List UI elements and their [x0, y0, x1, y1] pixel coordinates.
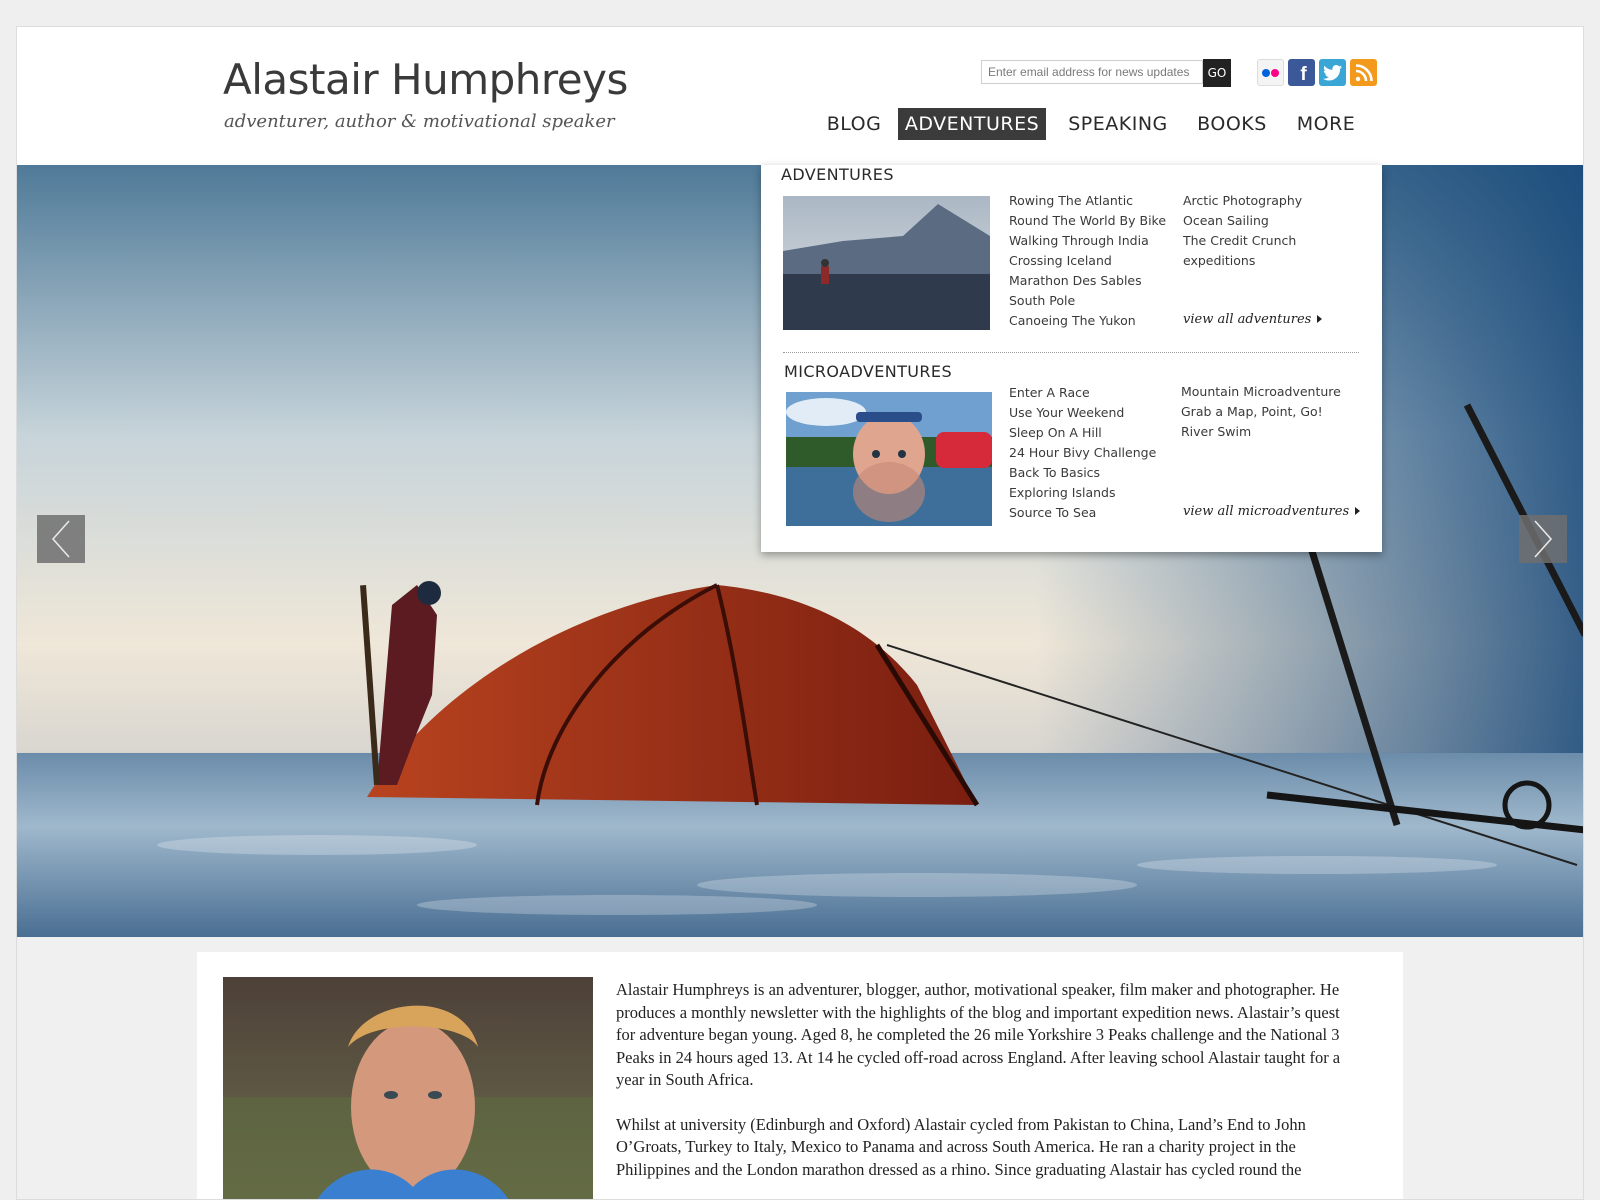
- next-slide-button[interactable]: [1519, 515, 1567, 563]
- page-frame: Alastair Humphreys adventurer, author & …: [16, 26, 1584, 1200]
- view-all-microadventures-link[interactable]: view all microadventures: [1183, 504, 1361, 519]
- bio-paragraph: Whilst at university (Edinburgh and Oxfo…: [616, 1114, 1306, 1179]
- nav-speaking[interactable]: SPEAKING: [1067, 108, 1169, 140]
- menu-item[interactable]: expeditions: [1183, 251, 1302, 271]
- bio-section: Alastair Humphreys is an adventurer, blo…: [197, 952, 1403, 1199]
- view-all-adventures-label: view all adventures: [1183, 312, 1312, 327]
- adventures-list-1: Rowing The Atlantic Round The World By B…: [1009, 191, 1166, 331]
- newsletter-form: GO: [981, 59, 1231, 87]
- menu-item[interactable]: Enter A Race: [1009, 383, 1156, 403]
- social-links: f: [1257, 59, 1377, 86]
- view-all-microadventures-label: view all microadventures: [1183, 504, 1350, 519]
- menu-item[interactable]: Source To Sea: [1009, 503, 1156, 523]
- go-button[interactable]: GO: [1203, 59, 1231, 87]
- flickr-icon[interactable]: [1257, 59, 1284, 86]
- menu-item[interactable]: 24 Hour Bivy Challenge: [1009, 443, 1156, 463]
- nav-more[interactable]: MORE: [1295, 108, 1357, 140]
- adventures-dropdown: ADVENTURES Rowing The Atlantic Round The…: [761, 165, 1382, 552]
- menu-item[interactable]: Back To Basics: [1009, 463, 1156, 483]
- menu-item[interactable]: Marathon Des Sables: [1009, 271, 1166, 291]
- microadventures-list-2: Mountain Microadventure Grab a Map, Poin…: [1181, 382, 1341, 442]
- menu-item[interactable]: Mountain Microadventure: [1181, 382, 1341, 402]
- portrait-photo: [223, 977, 593, 1199]
- menu-item[interactable]: River Swim: [1181, 422, 1341, 442]
- menu-item[interactable]: Canoeing The Yukon: [1009, 311, 1166, 331]
- caret-right-icon: [1317, 315, 1323, 323]
- nav-adventures[interactable]: ADVENTURES: [898, 108, 1046, 140]
- menu-item[interactable]: Ocean Sailing: [1183, 211, 1302, 231]
- site-tagline: adventurer, author & motivational speake…: [224, 111, 615, 132]
- adventures-thumbnail[interactable]: [783, 196, 990, 330]
- menu-item[interactable]: Arctic Photography: [1183, 191, 1302, 211]
- menu-item[interactable]: The Credit Crunch: [1183, 231, 1302, 251]
- adventures-list-2: Arctic Photography Ocean Sailing The Cre…: [1183, 191, 1302, 271]
- facebook-icon[interactable]: f: [1288, 59, 1315, 86]
- bio-text: Alastair Humphreys is an adventurer, blo…: [616, 979, 1356, 1199]
- menu-item[interactable]: Walking Through India: [1009, 231, 1166, 251]
- nav-books[interactable]: BOOKS: [1197, 108, 1267, 140]
- menu-item[interactable]: Crossing Iceland: [1009, 251, 1166, 271]
- menu-item[interactable]: South Pole: [1009, 291, 1166, 311]
- adventures-heading[interactable]: ADVENTURES: [781, 165, 894, 184]
- microadventures-heading[interactable]: MICROADVENTURES: [784, 362, 952, 381]
- rss-icon[interactable]: [1350, 59, 1377, 86]
- bio-paragraph: Alastair Humphreys is an adventurer, blo…: [616, 980, 1341, 1089]
- nav-blog[interactable]: BLOG: [825, 108, 883, 140]
- caret-right-icon: [1355, 507, 1361, 515]
- menu-item[interactable]: Grab a Map, Point, Go!: [1181, 402, 1341, 422]
- menu-item[interactable]: Exploring Islands: [1009, 483, 1156, 503]
- site-title[interactable]: Alastair Humphreys: [223, 55, 628, 104]
- email-input[interactable]: [981, 60, 1203, 84]
- menu-item[interactable]: Round The World By Bike: [1009, 211, 1166, 231]
- menu-item[interactable]: Use Your Weekend: [1009, 403, 1156, 423]
- prev-slide-button[interactable]: [37, 515, 85, 563]
- microadventures-thumbnail[interactable]: [786, 392, 992, 526]
- facebook-glyph: f: [1300, 64, 1307, 85]
- chevron-left-icon: [51, 520, 70, 558]
- twitter-icon[interactable]: [1319, 59, 1346, 86]
- chevron-right-icon: [1534, 520, 1553, 558]
- menu-item[interactable]: Sleep On A Hill: [1009, 423, 1156, 443]
- dropdown-divider: [783, 352, 1359, 353]
- microadventures-list-1: Enter A Race Use Your Weekend Sleep On A…: [1009, 383, 1156, 523]
- view-all-adventures-link[interactable]: view all adventures: [1183, 312, 1323, 327]
- menu-item[interactable]: Rowing The Atlantic: [1009, 191, 1166, 211]
